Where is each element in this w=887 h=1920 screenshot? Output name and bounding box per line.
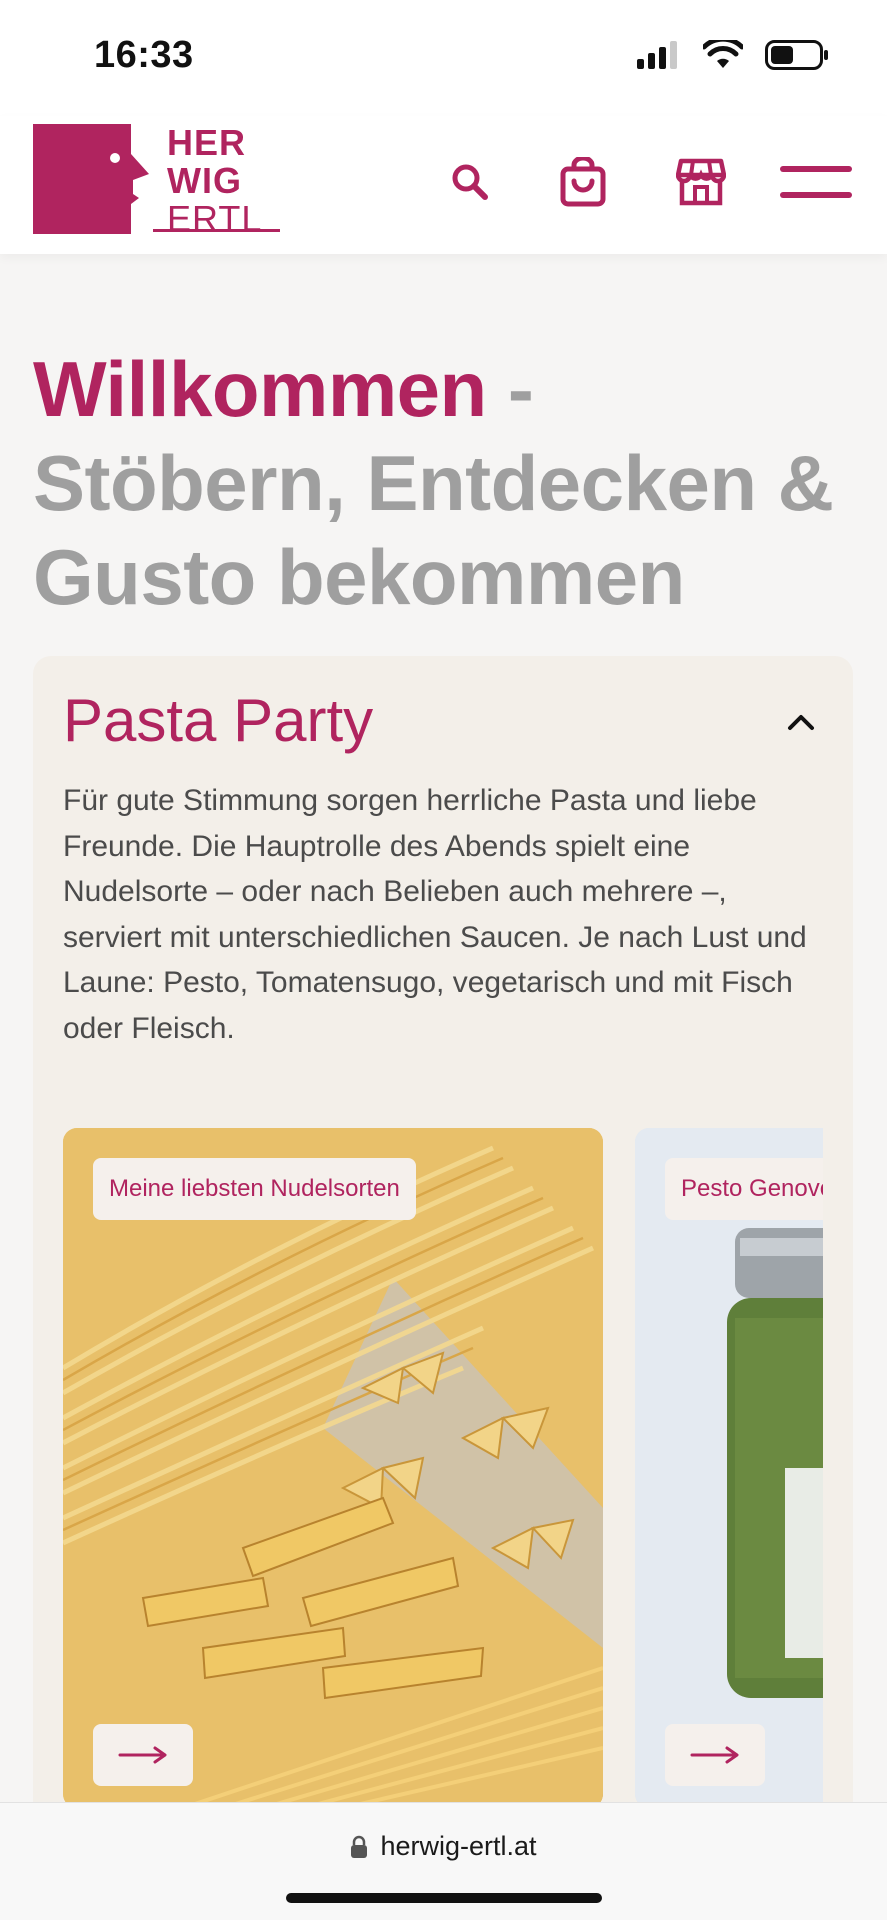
wifi-icon: [703, 40, 743, 68]
url-row[interactable]: herwig-ertl.at: [0, 1831, 887, 1862]
menu-icon: [780, 166, 852, 198]
logo-line-2: WIG: [167, 160, 242, 201]
slide-nudelsorten[interactable]: Meine liebsten Nudelsorten: [63, 1128, 603, 1808]
slide-pesto[interactable]: Pesto Genovese: [635, 1128, 823, 1808]
battery-icon: [765, 40, 828, 70]
store-button[interactable]: [671, 152, 731, 212]
search-icon: [452, 164, 488, 200]
collapse-button[interactable]: [779, 700, 823, 744]
page-headline: Willkommen - Stöbern, Entdecken & Gusto …: [33, 342, 863, 624]
cart-button[interactable]: [553, 152, 613, 212]
headline-accent: Willkommen: [33, 345, 487, 433]
arrow-right-icon: [690, 1746, 739, 1764]
logo-line-1: HER: [167, 122, 247, 163]
chevron-up-icon: [788, 715, 814, 730]
pesto-jar-image: [635, 1128, 823, 1808]
browser-url-bar[interactable]: herwig-ertl.at: [0, 1802, 887, 1920]
lock-icon: [351, 1835, 368, 1858]
logo-line-3: ERTL: [167, 198, 263, 239]
pasta-party-card: Pasta Party Für gute Stimmung sorgen her…: [33, 656, 853, 1920]
shopping-bag-icon: [560, 157, 606, 207]
card-description: Für gute Stimmung sorgen herrliche Pasta…: [63, 784, 807, 1045]
slide-arrow-button[interactable]: [93, 1724, 193, 1786]
logo-text: HER WIG ERTL: [167, 124, 262, 238]
status-icons: [637, 40, 829, 70]
arrow-right-icon: [118, 1746, 167, 1764]
site-header: HER WIG ERTL: [0, 116, 887, 254]
search-button[interactable]: [440, 152, 500, 212]
card-title: Pasta Party: [63, 687, 374, 754]
pasta-image: [63, 1128, 603, 1808]
signal-icon: [637, 41, 677, 69]
logo-face-icon: [33, 124, 149, 234]
status-time: 16:33: [94, 34, 194, 76]
url-text[interactable]: herwig-ertl.at: [380, 1831, 536, 1862]
slide-label[interactable]: Meine liebsten Nudelsorten: [93, 1158, 416, 1220]
slide-carousel[interactable]: Meine liebsten Nudelsorten Pesto Genoves…: [63, 1128, 823, 1808]
home-indicator[interactable]: [286, 1893, 602, 1903]
store-icon: [676, 158, 726, 206]
slide-arrow-button[interactable]: [665, 1724, 765, 1786]
herwig-ertl-logo[interactable]: HER WIG ERTL: [33, 124, 262, 238]
status-bar: 16:33: [0, 0, 887, 116]
logo-underline: [153, 229, 280, 232]
slide-label[interactable]: Pesto Genovese: [665, 1158, 823, 1220]
menu-button[interactable]: [780, 152, 852, 212]
